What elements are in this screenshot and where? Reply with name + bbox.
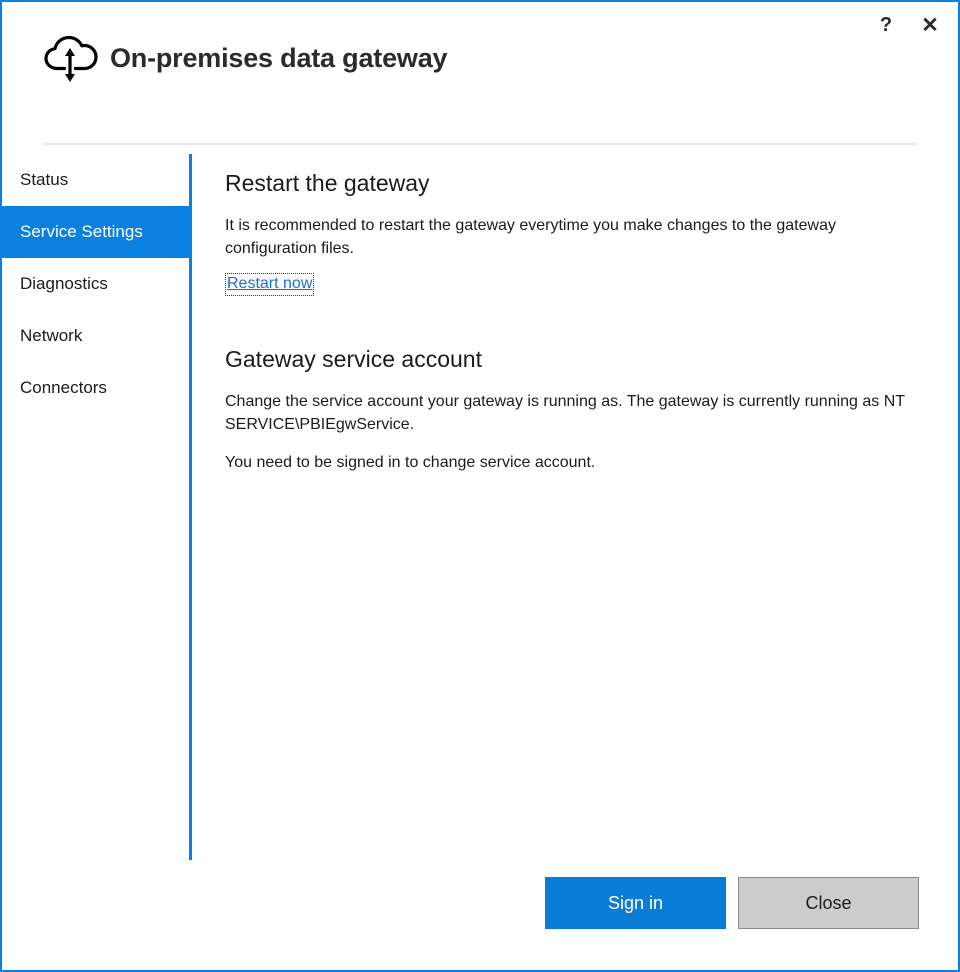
sidebar-item-service-settings[interactable]: Service Settings [2,206,189,258]
app-title-row: On-premises data gateway [40,30,447,86]
close-button[interactable]: Close [738,877,919,929]
sidebar-item-label: Diagnostics [20,274,108,294]
sidebar-item-connectors[interactable]: Connectors [2,362,189,414]
header-divider [42,143,918,145]
restart-now-link-focus: Restart now [225,273,314,296]
help-icon[interactable]: ? [864,8,908,42]
sidebar-item-label: Connectors [20,378,107,398]
sidebar-divider [189,154,192,860]
title-bar: ? ✕ On-premises data gateway [2,2,958,122]
sidebar-item-network[interactable]: Network [2,310,189,362]
sidebar-item-status[interactable]: Status [2,154,189,206]
restart-gateway-heading: Restart the gateway [225,170,925,198]
app-window: ? ✕ On-premises data gateway Status Serv… [0,0,960,972]
restart-gateway-description: It is recommended to restart the gateway… [225,214,917,261]
sidebar-item-label: Service Settings [20,222,143,242]
page-title: On-premises data gateway [110,43,447,74]
gateway-service-account-heading: Gateway service account [225,346,925,374]
restart-now-link[interactable]: Restart now [227,275,312,292]
sign-in-required-note: You need to be signed in to change servi… [225,451,917,475]
main-content: Restart the gateway It is recommended to… [225,170,925,489]
sidebar-item-label: Network [20,326,82,346]
window-controls: ? ✕ [864,8,952,42]
close-icon[interactable]: ✕ [908,8,952,42]
sidebar-item-diagnostics[interactable]: Diagnostics [2,258,189,310]
sidebar: Status Service Settings Diagnostics Netw… [2,154,189,414]
sidebar-item-label: Status [20,170,68,190]
gateway-service-account-description: Change the service account your gateway … [225,390,917,437]
cloud-sync-icon [40,30,100,86]
sign-in-button[interactable]: Sign in [545,877,726,929]
footer-actions: Sign in Close [2,877,958,933]
